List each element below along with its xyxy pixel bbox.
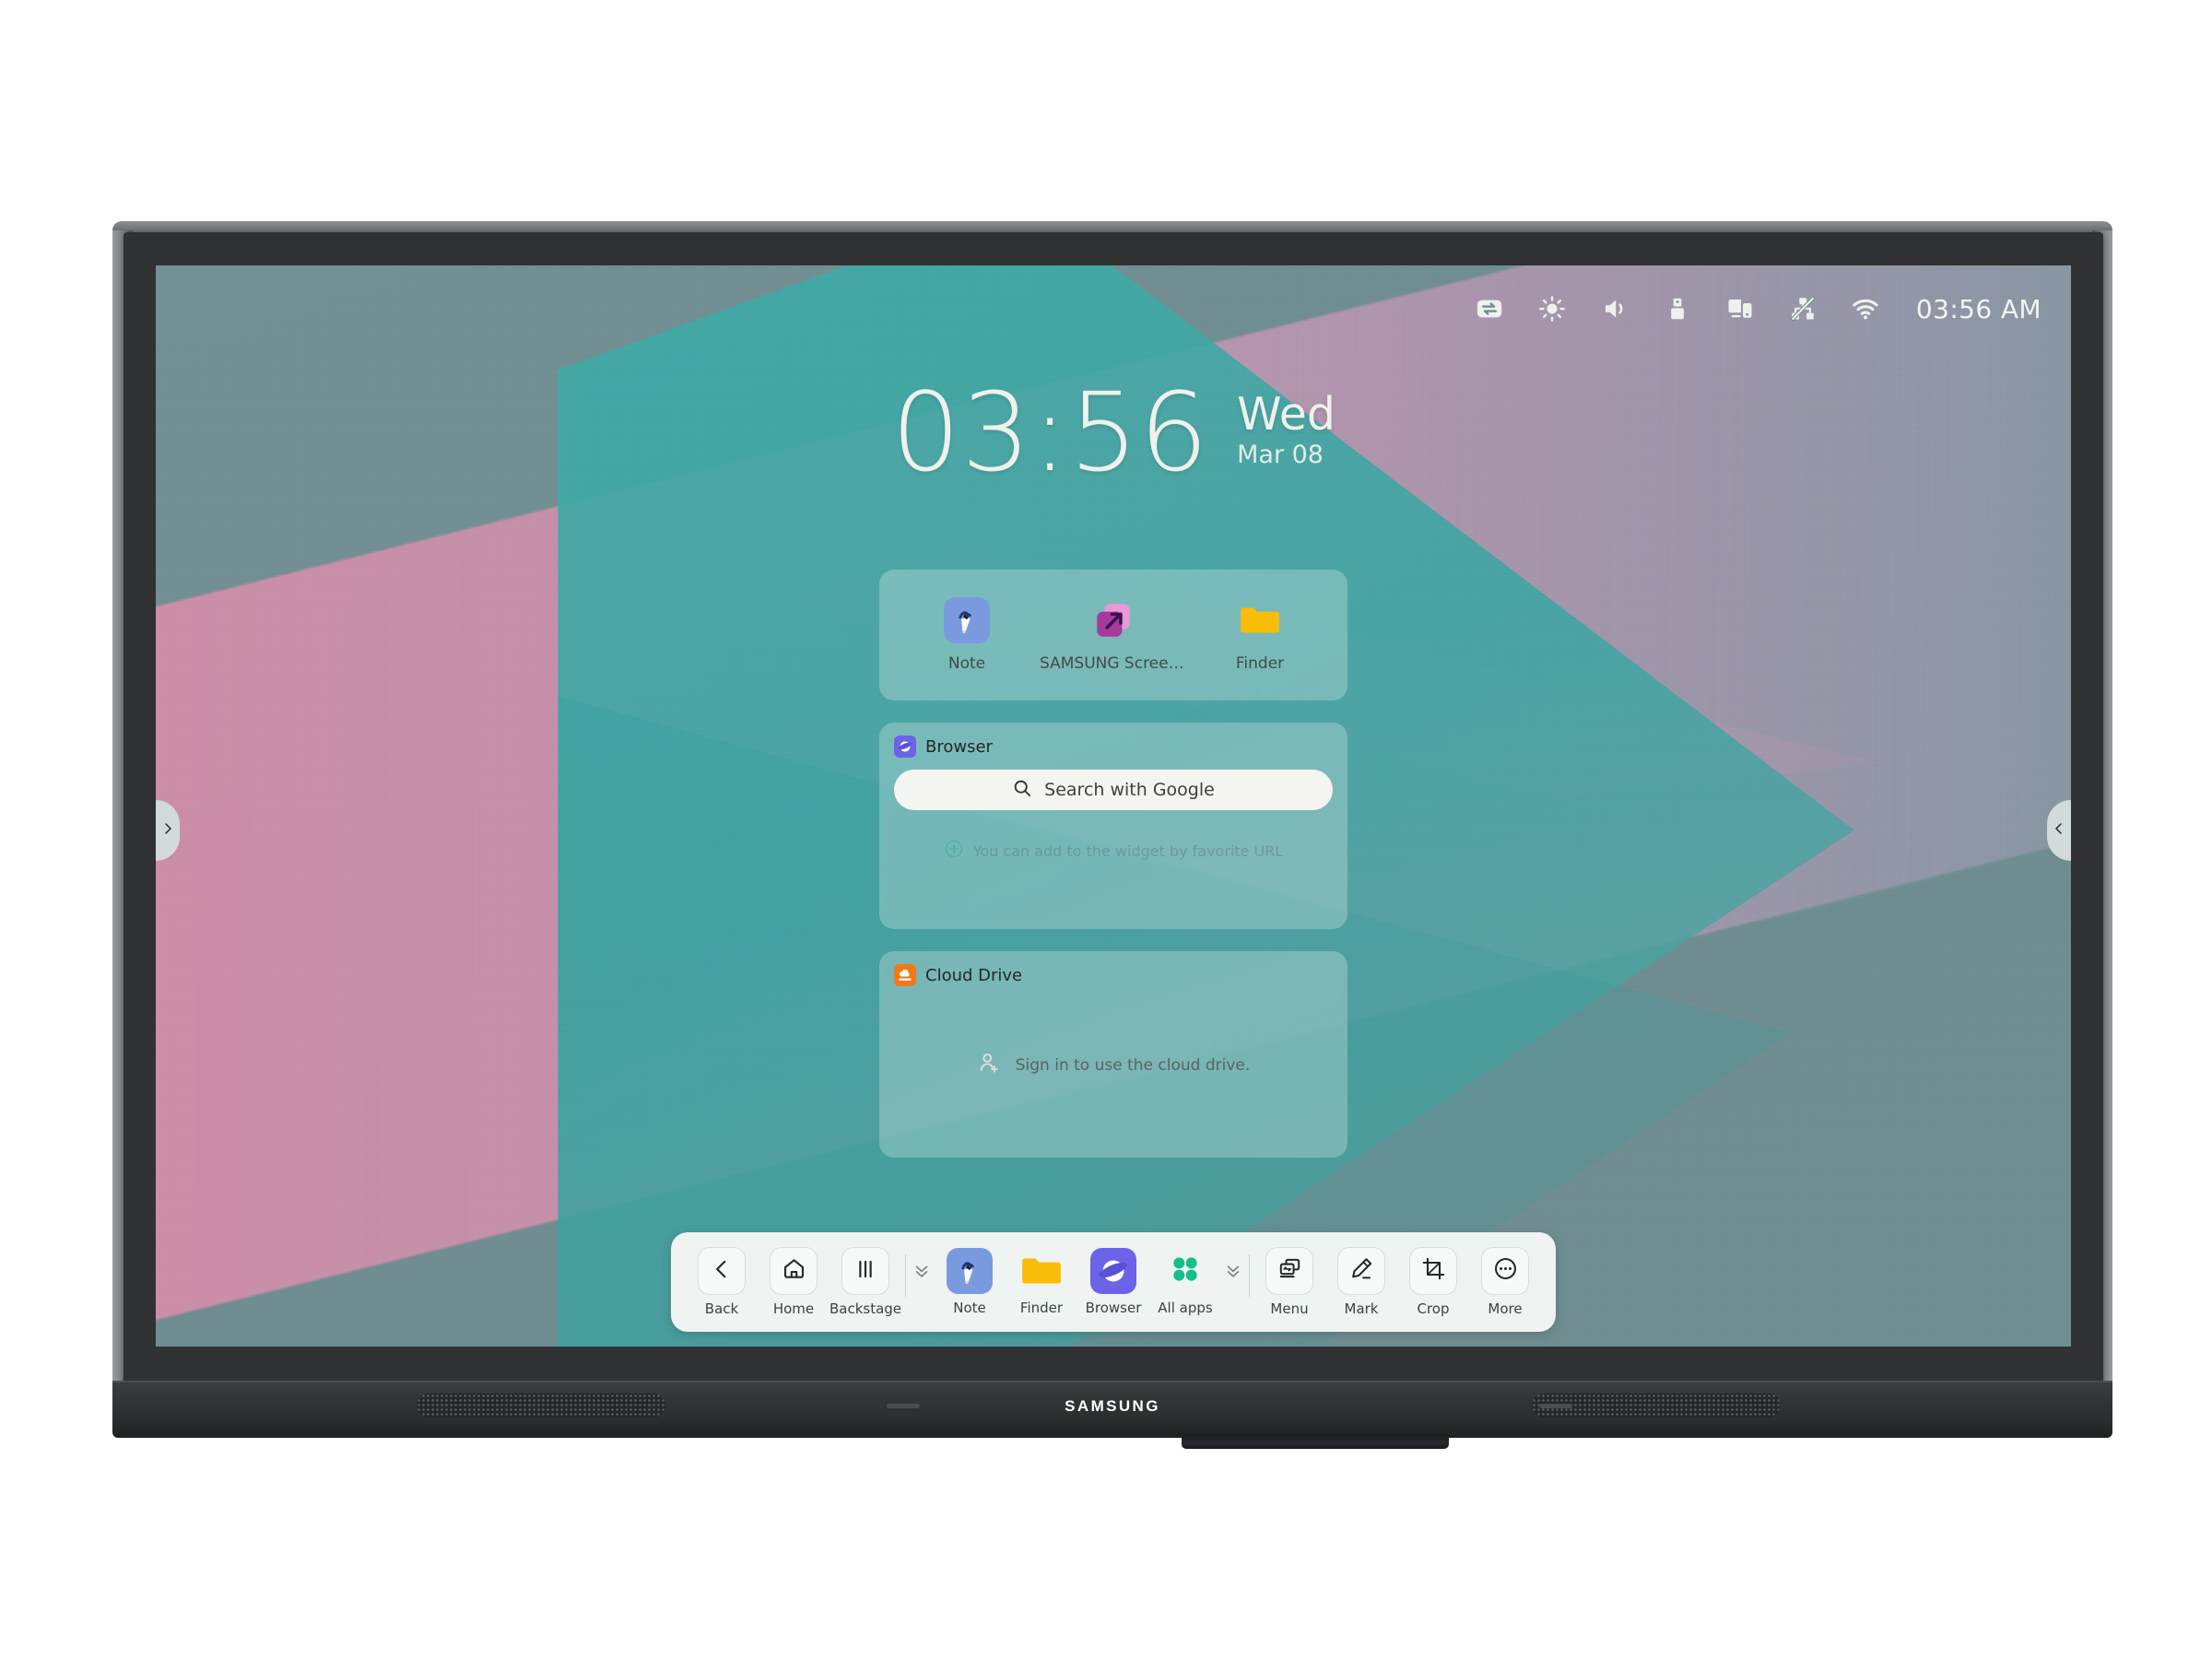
status-bar: 03:56 AM: [1474, 282, 2071, 335]
menu-windows-icon: [1277, 1256, 1302, 1286]
taskbar: Back Home Backstage Note Finder Browser …: [671, 1232, 1556, 1332]
taskbar-menu-button[interactable]: Menu: [1253, 1247, 1325, 1317]
taskbar-label: Menu: [1270, 1300, 1309, 1317]
taskbar-back-button[interactable]: Back: [686, 1247, 758, 1317]
person-add-icon: [977, 1051, 1001, 1079]
plus-circle-icon: [944, 839, 964, 864]
bottom-chassis: SAMSUNG USB-C HDMI 3: [112, 1381, 2112, 1438]
browser-add-url-hint[interactable]: You can add to the widget by favorite UR…: [879, 839, 1347, 864]
browser-widget-header: Browser: [894, 735, 1333, 758]
shortcut-note[interactable]: Note: [894, 597, 1040, 673]
pencil-mark-icon: [1349, 1256, 1374, 1286]
finder-folder-icon: [1237, 597, 1283, 643]
wifi-icon[interactable]: [1850, 293, 1881, 324]
shortcut-samsung-screen[interactable]: SAMSUNG Screen...: [1040, 597, 1187, 673]
shortcuts-widget: Note SAMSUNG Screen... Finder: [879, 570, 1347, 700]
taskbar-label: Home: [772, 1300, 815, 1317]
shortcut-finder[interactable]: Finder: [1187, 597, 1333, 673]
note-icon: [947, 1248, 993, 1294]
speaker-grille-left: [417, 1394, 665, 1418]
chevron-left-icon: [2052, 821, 2066, 841]
cloud-drive-widget: Cloud Drive Sign in to use the cloud dri…: [879, 951, 1347, 1158]
samsung-internet-icon: [1090, 1248, 1136, 1294]
cloud-widget-title: Cloud Drive: [925, 965, 1023, 985]
taskbar-label: More: [1488, 1300, 1523, 1317]
cloud-signin-text: Sign in to use the cloud drive.: [1015, 1055, 1251, 1075]
browser-hint-text: You can add to the widget by favorite UR…: [972, 842, 1284, 860]
widget-column: Note SAMSUNG Screen... Finder Browser Se…: [879, 570, 1347, 1158]
input-source-icon[interactable]: [1474, 293, 1505, 324]
taskbar-divider-left: [905, 1254, 906, 1297]
clock-day-of-week: Wed: [1237, 388, 1335, 441]
taskbar-label: Crop: [1417, 1300, 1450, 1317]
taskbar-crop-button[interactable]: Crop: [1397, 1247, 1469, 1317]
ir-sensor-left: [887, 1404, 920, 1408]
network-disconnected-icon[interactable]: [1787, 293, 1818, 324]
taskbar-finder-app[interactable]: Finder: [1006, 1248, 1077, 1316]
search-icon: [1012, 778, 1032, 803]
bottom-center-notch: [1182, 1434, 1449, 1449]
taskbar-home-button[interactable]: Home: [758, 1247, 830, 1317]
all-apps-grid-icon: [1167, 1251, 1204, 1292]
taskbar-backstage-button[interactable]: Backstage: [830, 1247, 901, 1317]
cloud-drive-icon: [894, 964, 916, 986]
taskbar-mark-button[interactable]: Mark: [1325, 1247, 1397, 1317]
browser-widget: Browser Search with Google You can add t…: [879, 723, 1347, 929]
home-icon: [782, 1256, 806, 1286]
taskbar-label: Mark: [1344, 1300, 1379, 1317]
note-icon: [944, 597, 990, 643]
brightness-icon[interactable]: [1536, 293, 1568, 324]
cloud-signin-prompt[interactable]: Sign in to use the cloud drive.: [879, 1051, 1347, 1079]
taskbar-label: Finder: [1019, 1300, 1064, 1316]
taskbar-divider-right: [1249, 1254, 1250, 1297]
taskbar-label: All apps: [1158, 1300, 1213, 1316]
backstage-bars-icon: [853, 1257, 877, 1286]
shortcut-label: SAMSUNG Screen...: [1040, 654, 1187, 673]
browser-search-input[interactable]: Search with Google: [894, 770, 1333, 810]
chevron-left-icon: [710, 1257, 734, 1286]
screen-share-icon[interactable]: [1724, 293, 1756, 324]
taskbar-collapse-left[interactable]: [910, 1262, 934, 1303]
shortcut-label: Finder: [1235, 654, 1285, 673]
clock-widget[interactable]: 03:56 Wed Mar 08: [156, 378, 2071, 487]
double-chevron-down-icon: [912, 1262, 931, 1285]
taskbar-more-button[interactable]: More: [1469, 1247, 1541, 1317]
double-chevron-down-icon: [1224, 1262, 1242, 1285]
browser-widget-title: Browser: [925, 736, 993, 757]
taskbar-label: Browser: [1085, 1300, 1142, 1316]
samsung-internet-icon: [894, 735, 916, 758]
taskbar-note-app[interactable]: Note: [934, 1248, 1006, 1316]
more-dots-icon: [1493, 1256, 1518, 1286]
taskbar-label: Back: [704, 1300, 739, 1317]
volume-icon[interactable]: [1599, 293, 1630, 324]
samsung-screen-icon: [1090, 597, 1136, 643]
usb-drive-icon[interactable]: [1662, 293, 1693, 324]
browser-search-placeholder: Search with Google: [1044, 780, 1215, 800]
display-screen: 03:56 AM 03:56 Wed Mar 08 Note SAMSUNG S…: [156, 265, 2071, 1347]
ir-sensor-right: [1539, 1404, 1572, 1408]
taskbar-label: Note: [953, 1300, 986, 1316]
cloud-widget-header: Cloud Drive: [894, 964, 1333, 986]
samsung-brand-logo: SAMSUNG: [1065, 1397, 1160, 1415]
taskbar-browser-app[interactable]: Browser: [1077, 1248, 1149, 1316]
taskbar-label: Backstage: [829, 1300, 902, 1317]
clock-date: Mar 08: [1237, 441, 1324, 470]
taskbar-collapse-right[interactable]: [1221, 1262, 1245, 1303]
crop-icon: [1421, 1256, 1446, 1286]
finder-folder-icon: [1018, 1248, 1065, 1294]
shortcut-label: Note: [947, 654, 986, 673]
status-bar-clock: 03:56 AM: [1915, 293, 2041, 324]
screenshot-root: 03:56 AM 03:56 Wed Mar 08 Note SAMSUNG S…: [0, 0, 2212, 1659]
taskbar-all-apps-button[interactable]: All apps: [1149, 1248, 1221, 1316]
clock-time: 03:56: [891, 369, 1210, 496]
chevron-right-icon: [160, 821, 175, 841]
